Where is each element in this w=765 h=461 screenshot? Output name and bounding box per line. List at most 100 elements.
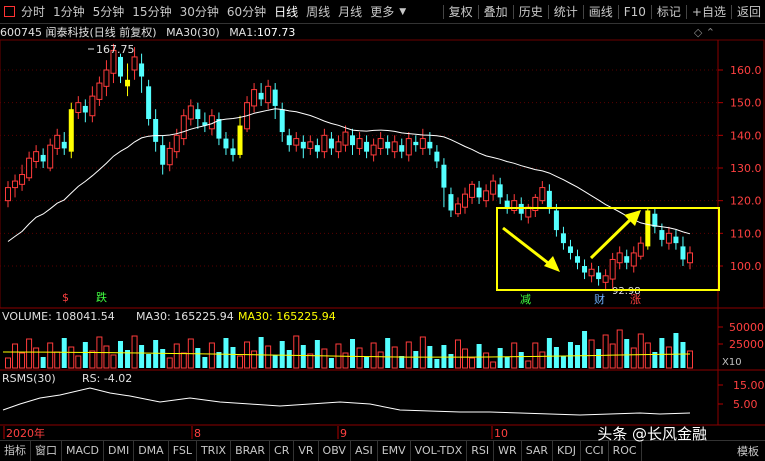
volume-bar xyxy=(180,352,187,369)
period-tab-9[interactable]: 更多 xyxy=(366,0,398,24)
event-tag: 减 xyxy=(520,293,531,306)
toolbar-button-2[interactable]: 历史 xyxy=(515,0,547,24)
ma-label: MA30(30) xyxy=(166,26,220,39)
volume-bar xyxy=(279,341,285,368)
indicator-tab-4[interactable]: DMA xyxy=(134,441,169,461)
event-tag: 涨 xyxy=(630,293,641,306)
candle-body xyxy=(82,105,88,113)
indicator-tab-3[interactable]: DMI xyxy=(104,441,135,461)
indicator-tab-1[interactable]: 窗口 xyxy=(31,441,62,461)
rsms-title: RSMS(30) xyxy=(2,372,56,385)
indicator-tab-14[interactable]: RSI xyxy=(467,441,495,461)
toolbar-divider xyxy=(582,5,584,19)
volume-bar xyxy=(208,342,215,369)
candle-body xyxy=(19,174,26,185)
candle-body xyxy=(469,183,476,198)
candle-body xyxy=(518,203,524,214)
indicator-tab-7[interactable]: BRAR xyxy=(231,441,271,461)
rs-line xyxy=(2,387,691,416)
volume-ma30-b: MA30: 165225.94 xyxy=(238,310,336,323)
indicator-tab-5[interactable]: FSL xyxy=(169,441,197,461)
candle-body xyxy=(321,134,328,153)
volume-bar xyxy=(258,337,264,368)
candle-body xyxy=(419,138,426,149)
toolbar-button-3[interactable]: 统计 xyxy=(550,0,582,24)
down-arrow-head xyxy=(544,256,560,272)
candle-body xyxy=(391,141,398,153)
toolbar-button-7[interactable]: +自选 xyxy=(688,0,730,24)
toolbar-button-8[interactable]: 返回 xyxy=(733,0,765,24)
toolbar-divider xyxy=(650,5,652,19)
candle-body xyxy=(153,119,159,142)
volume-bar xyxy=(68,346,75,369)
toolbar-button-5[interactable]: F10 xyxy=(620,0,650,24)
indicator-tab-16[interactable]: SAR xyxy=(522,441,554,461)
indicator-tab-15[interactable]: WR xyxy=(494,441,522,461)
volume-bar xyxy=(110,354,117,369)
price-axis-label: 100.0 xyxy=(730,260,762,273)
candle-body xyxy=(497,184,503,198)
volume-bar xyxy=(96,336,103,369)
period-tab-2[interactable]: 5分钟 xyxy=(89,0,129,24)
indicator-tab-18[interactable]: CCI xyxy=(581,441,609,461)
period-tab-3[interactable]: 15分钟 xyxy=(128,0,175,24)
volume-bar xyxy=(370,342,377,369)
chevron-down-icon[interactable]: ▼ xyxy=(399,7,406,17)
kline-chart[interactable]: 160.0 150.0 140.0 130.0 120.0 110.0 100.0 167.7… xyxy=(0,0,765,461)
volume-bar xyxy=(630,347,637,369)
indicator-tab-12[interactable]: EMV xyxy=(378,441,411,461)
indicator-tab-2[interactable]: MACD xyxy=(62,441,104,461)
period-tab-5[interactable]: 60分钟 xyxy=(223,0,270,24)
indicator-tab-19[interactable]: ROC xyxy=(609,441,642,461)
indicator-tab-0[interactable]: 指标 xyxy=(0,441,31,461)
toolbar-button-1[interactable]: 叠加 xyxy=(480,0,512,24)
candle-body xyxy=(40,154,46,162)
indicator-tab-13[interactable]: VOL-TDX xyxy=(411,441,468,461)
indicator-tab-6[interactable]: TRIX xyxy=(197,441,232,461)
candle-body xyxy=(588,268,595,277)
rsms-axis-label: 5.00 xyxy=(733,398,758,411)
volume-bar xyxy=(616,329,623,369)
candle-body xyxy=(637,242,644,257)
up-arrow-line xyxy=(589,216,634,260)
candle-body xyxy=(687,252,693,264)
period-tab-1[interactable]: 1分钟 xyxy=(49,0,89,24)
period-tab-7[interactable]: 周线 xyxy=(302,0,334,24)
indicator-tab-10[interactable]: OBV xyxy=(319,441,351,461)
volume-bar xyxy=(385,338,391,368)
candle-body xyxy=(602,275,609,283)
volume-bar xyxy=(588,339,595,369)
volume-bar xyxy=(307,353,314,369)
candle-body xyxy=(265,85,272,104)
layout-square-icon[interactable] xyxy=(4,6,15,17)
rsms-axis-label: 15.00 xyxy=(733,379,765,392)
period-tab-4[interactable]: 30分钟 xyxy=(176,0,223,24)
down-arrow-line xyxy=(502,226,553,268)
candle-body xyxy=(286,135,292,146)
toolbar-button-6[interactable]: 标记 xyxy=(653,0,685,24)
indicator-tab-8[interactable]: CR xyxy=(270,441,295,461)
volume-bar xyxy=(546,338,552,368)
toolbar-button-4[interactable]: 画线 xyxy=(585,0,617,24)
candle-body xyxy=(328,138,334,149)
volume-bar xyxy=(350,339,356,368)
candle-body xyxy=(139,63,145,77)
candle-body xyxy=(230,148,236,155)
period-tab-0[interactable]: 分时 xyxy=(17,0,49,24)
indicator-tab-17[interactable]: KDJ xyxy=(553,441,581,461)
period-tab-6[interactable]: 日线 xyxy=(270,0,302,24)
period-tab-8[interactable]: 月线 xyxy=(334,0,366,24)
indicator-tab-9[interactable]: VR xyxy=(294,441,319,461)
indicator-tab-11[interactable]: ASI xyxy=(351,441,378,461)
volume-bar xyxy=(300,345,306,368)
up-chevron-icon[interactable]: ⌃ xyxy=(706,26,715,39)
volume-bar xyxy=(195,348,201,368)
candle-body xyxy=(454,203,461,215)
candle-body xyxy=(110,49,117,74)
price-axis-label: 130.0 xyxy=(730,162,762,175)
template-button[interactable]: 模板 xyxy=(737,443,759,459)
candle-body xyxy=(131,56,138,71)
ma1-label: MA1: xyxy=(229,26,257,39)
diamond-icon[interactable]: ◇ xyxy=(694,26,702,39)
toolbar-button-0[interactable]: 复权 xyxy=(445,0,477,24)
